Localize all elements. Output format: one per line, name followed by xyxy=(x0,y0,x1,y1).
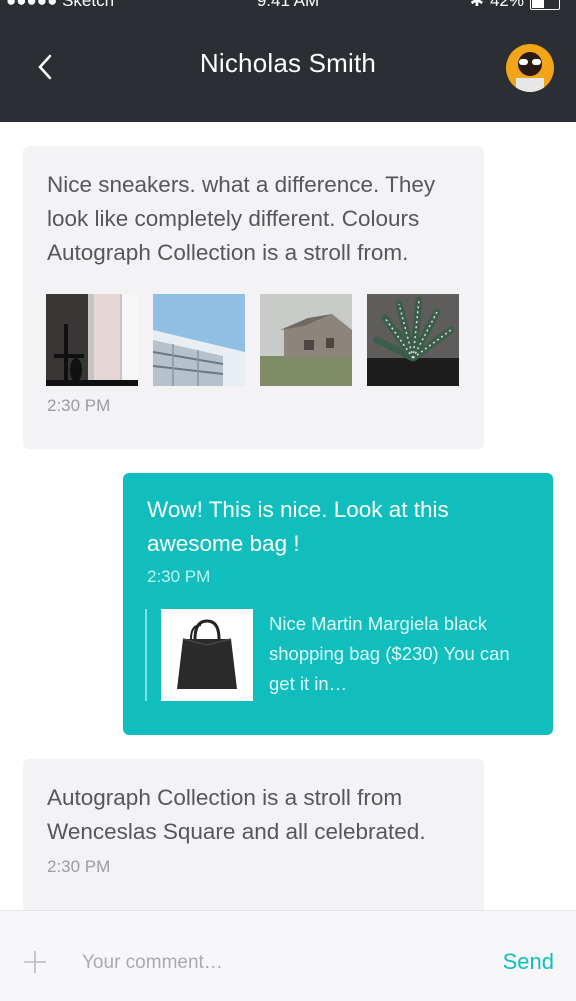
page-title: Nicholas Smith xyxy=(199,48,377,78)
message-text: Nice sneakers. what a difference. They l… xyxy=(47,172,436,265)
black-bag-photo[interactable] xyxy=(161,609,253,701)
incoming-message: Autograph Collection is a stroll from We… xyxy=(23,759,484,919)
battery-percent: 42% xyxy=(489,0,524,10)
product-card[interactable]: Nice Martin Margiela black shopping bag … xyxy=(145,609,553,701)
battery-fill xyxy=(532,0,544,8)
status-bar: ●●●●● Sketch 9:41 AM ✱ 42% xyxy=(0,0,576,15)
product-description: Nice Martin Margiela black shopping bag … xyxy=(269,613,510,694)
top-navigation-bar: ●●●●● Sketch 9:41 AM ✱ 42% Nicholas Smit… xyxy=(0,0,576,122)
send-button[interactable]: Send xyxy=(503,949,554,975)
attachment-strip xyxy=(23,270,484,386)
avatar[interactable] xyxy=(506,44,554,92)
plus-icon xyxy=(24,951,46,973)
bluetooth-icon: ✱ xyxy=(469,0,484,10)
message-time: 2:30 PM xyxy=(147,567,211,586)
add-attachment-button[interactable] xyxy=(22,949,48,975)
message-text: Autograph Collection is a stroll from We… xyxy=(47,785,426,844)
outgoing-message: Wow! This is nice. Look at this awesome … xyxy=(123,473,553,735)
succulent-photo[interactable] xyxy=(367,294,459,386)
interior-photo[interactable] xyxy=(46,294,138,386)
message-time: 2:30 PM xyxy=(47,396,111,415)
status-right: ✱ 42% xyxy=(470,0,560,11)
building-photo[interactable] xyxy=(153,294,245,386)
incoming-message: Nice sneakers. what a difference. They l… xyxy=(23,146,484,449)
comment-composer: Send xyxy=(0,910,576,1001)
comment-input[interactable] xyxy=(80,947,464,979)
battery-icon xyxy=(530,0,560,10)
message-time: 2:30 PM xyxy=(47,857,111,876)
barn-photo[interactable] xyxy=(260,294,352,386)
message-text: Wow! This is nice. Look at this awesome … xyxy=(147,497,449,556)
